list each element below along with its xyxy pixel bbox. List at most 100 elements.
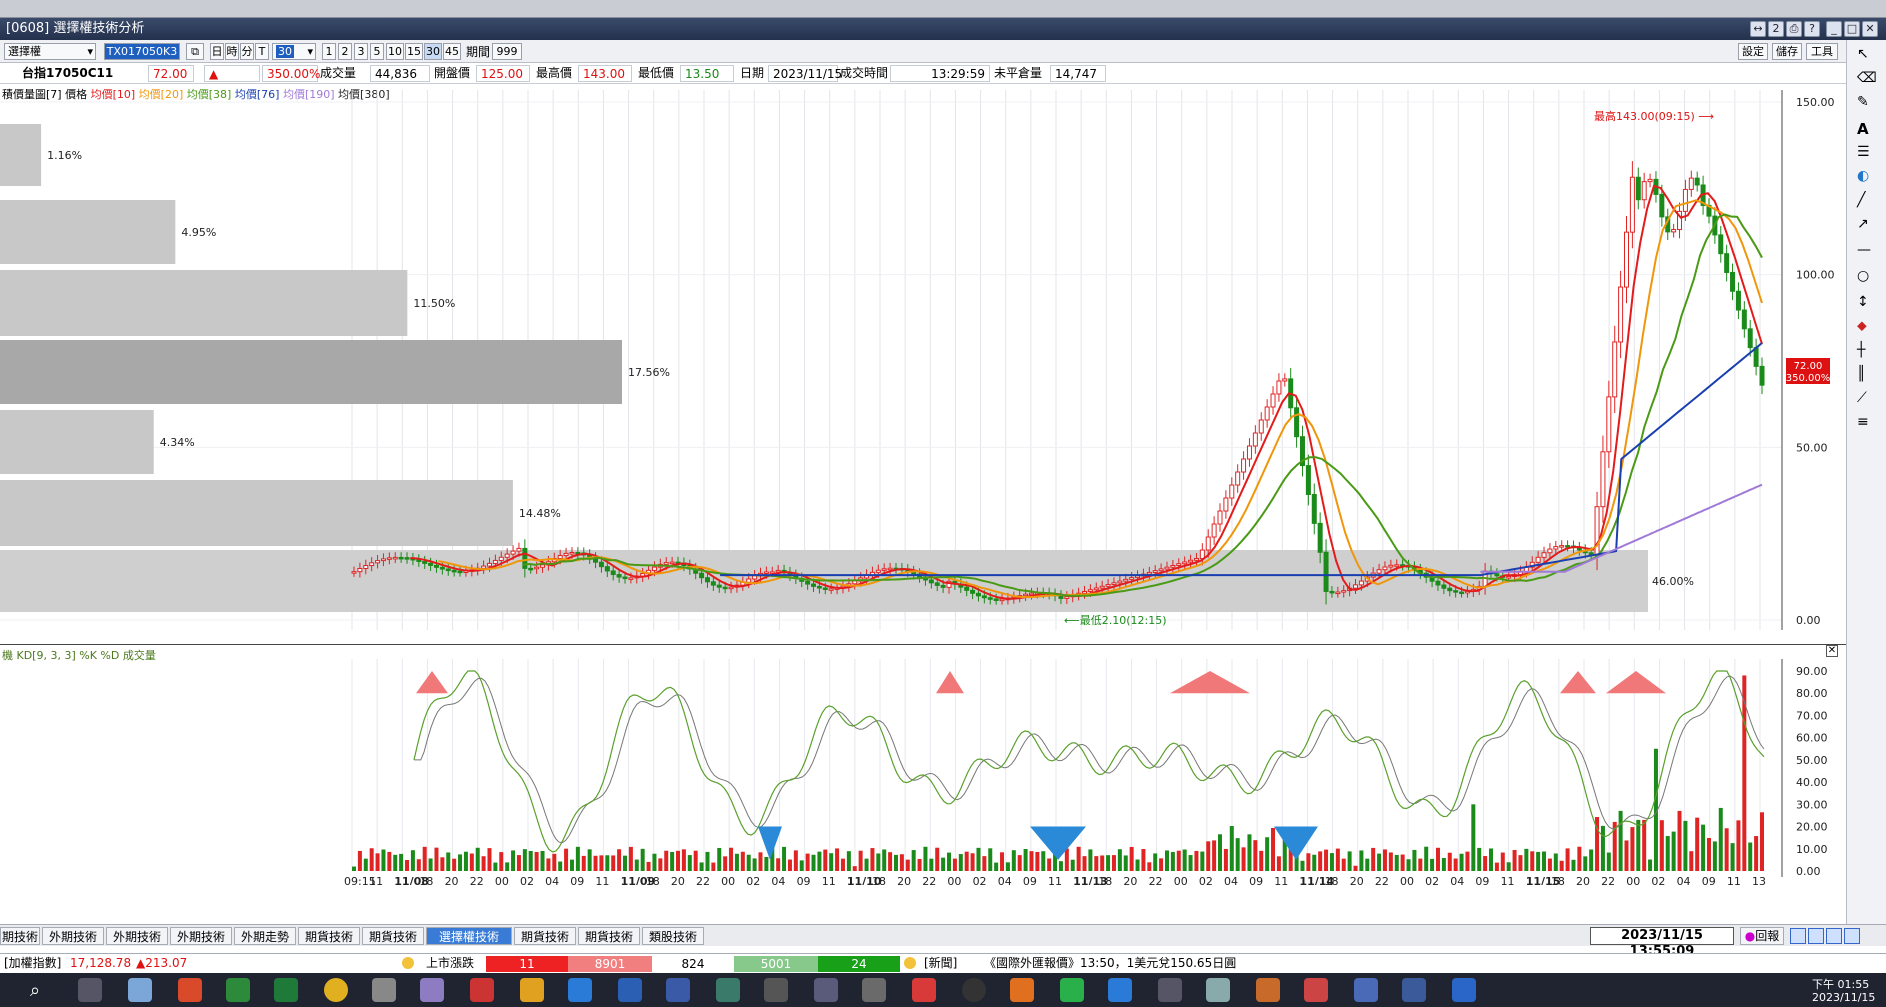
circle-icon[interactable]: ○ [1857,268,1869,284]
kd-indicator-panel[interactable]: 機 KD[9, 3, 3] %K %D 成交量 ✕ 90.00 80.00 70.0… [0,644,1846,885]
group-icon[interactable]: 2 [1768,21,1784,37]
taskview-icon[interactable] [78,978,102,1002]
interval-1-button[interactable]: 1 [322,43,336,60]
tab-1[interactable]: 外期技術 [42,927,104,945]
interval-5-button[interactable]: 5 [370,43,384,60]
close-icon[interactable]: ✕ [1862,21,1878,37]
pointer-icon[interactable]: ↖ [1857,46,1869,62]
layout-2-icon[interactable] [1808,928,1824,944]
interval-3-button[interactable]: 3 [354,43,368,60]
alert-icon[interactable] [402,957,414,969]
layout-4-icon[interactable] [1844,928,1860,944]
volume-bar [1542,851,1547,871]
app-icon[interactable] [1256,978,1280,1002]
tab-4[interactable]: 外期走勢 [234,927,296,945]
report-button[interactable]: ●回報 [1740,927,1784,945]
app-icon[interactable] [178,978,202,1002]
minimize-icon[interactable]: _ [1826,21,1842,37]
interval-45-button[interactable]: 45 [443,43,461,60]
symbol-input[interactable]: TX017050K3 [104,43,180,60]
palette-icon[interactable]: ◐ [1857,168,1869,184]
tab-8[interactable]: 期貨技術 [514,927,576,945]
tools-button[interactable]: 工具 [1806,43,1838,60]
channel-icon[interactable]: ║ [1857,366,1865,382]
word-icon[interactable] [618,978,642,1002]
fan-icon[interactable]: ⟋ [1857,390,1867,406]
list-icon[interactable]: ≡ [1857,414,1869,430]
tab-3[interactable]: 外期技術 [170,927,232,945]
volume-bar [434,847,439,871]
app-icon[interactable] [420,978,444,1002]
app-icon[interactable] [814,978,838,1002]
app-icon[interactable] [1010,978,1034,1002]
app-icon[interactable] [1354,978,1378,1002]
app-icon[interactable] [1206,978,1230,1002]
settings-button[interactable]: 設定 [1738,43,1768,60]
horizontal-line-icon[interactable]: — [1857,242,1871,258]
period-tick-button[interactable]: T [255,43,269,60]
price-chart-panel[interactable]: 積價量圖[7] 價格 均價[10] 均價[20] 均價[38] 均價[76] 均… [0,84,1846,644]
app-icon[interactable] [764,978,788,1002]
fibonacci-icon[interactable]: ┼ [1857,342,1865,358]
app-icon[interactable] [1158,978,1182,1002]
minute-select[interactable]: 30 ▾ [272,43,316,60]
text-icon[interactable]: A [1857,120,1869,138]
period-day-button[interactable]: 日 [210,43,224,60]
vertical-line-icon[interactable]: ↕ [1857,294,1869,310]
app-icon[interactable] [666,978,690,1002]
interval-15-button[interactable]: 15 [405,43,423,60]
app-icon[interactable] [1402,978,1426,1002]
app-icon[interactable] [1452,978,1476,1002]
ie-icon[interactable] [568,978,592,1002]
tab-2[interactable]: 外期技術 [106,927,168,945]
app-icon[interactable] [226,978,250,1002]
maximize-icon[interactable]: □ [1844,21,1860,37]
hlines-icon[interactable]: ☰ [1857,144,1870,160]
line-app-icon[interactable] [1060,978,1084,1002]
tab-6[interactable]: 期貨技術 [362,927,424,945]
chrome-icon[interactable] [324,978,348,1002]
folder-icon[interactable] [520,978,544,1002]
copy-icon[interactable]: ⧉ [186,43,204,60]
app-icon[interactable] [372,978,396,1002]
search-icon[interactable]: ⌕ [30,980,40,1001]
period-hour-button[interactable]: 時 [225,43,239,60]
layout-3-icon[interactable] [1826,928,1842,944]
marker-icon[interactable]: ⬥ [1857,318,1867,334]
layout-1-icon[interactable] [1790,928,1806,944]
tab-5[interactable]: 期貨技術 [298,927,360,945]
save-button[interactable]: 儲存 [1772,43,1802,60]
print-icon[interactable]: ⎙ [1786,21,1802,37]
period-input[interactable]: 999 [492,43,522,60]
app-icon[interactable] [1108,978,1132,1002]
app-icon[interactable] [962,978,986,1002]
tab-0[interactable]: 期技術 [0,927,40,945]
eraser-icon[interactable]: ⌫ [1857,70,1877,86]
product-select[interactable]: 選擇權 ▾ [4,43,96,60]
annotate-icon[interactable]: ✎ [1857,94,1869,110]
excel-icon[interactable] [274,978,298,1002]
help-icon[interactable]: ? [1804,21,1820,37]
tab-7[interactable]: 選擇權技術 [426,927,512,945]
link-icon[interactable]: ↔ [1750,21,1766,37]
tab-9[interactable]: 期貨技術 [578,927,640,945]
app-icon[interactable] [1304,978,1328,1002]
interval-10-button[interactable]: 10 [386,43,404,60]
volume-bar [817,851,822,871]
app-icon[interactable] [912,978,936,1002]
clock-date: 2023/11/15 [1812,991,1876,1004]
tab-10[interactable]: 類股技術 [642,927,704,945]
line-icon[interactable]: ╱ [1857,192,1865,208]
news-ticker[interactable]: 《國際外匯報價》13:50，1美元兌150.65日圓 [984,955,1236,972]
period-minute-button[interactable]: 分 [240,43,254,60]
interval-30-button[interactable]: 30 [424,43,442,60]
window-title: [0608] 選擇權技術分析 [6,21,145,36]
interval-2-button[interactable]: 2 [338,43,352,60]
alert-icon[interactable] [904,957,916,969]
app-icon[interactable] [716,978,740,1002]
app-icon[interactable] [470,978,494,1002]
app-icon[interactable] [862,978,886,1002]
app-icon[interactable] [128,978,152,1002]
y-tick-label: 0.00 [1796,865,1821,878]
arrow-line-icon[interactable]: ↗ [1857,216,1869,232]
